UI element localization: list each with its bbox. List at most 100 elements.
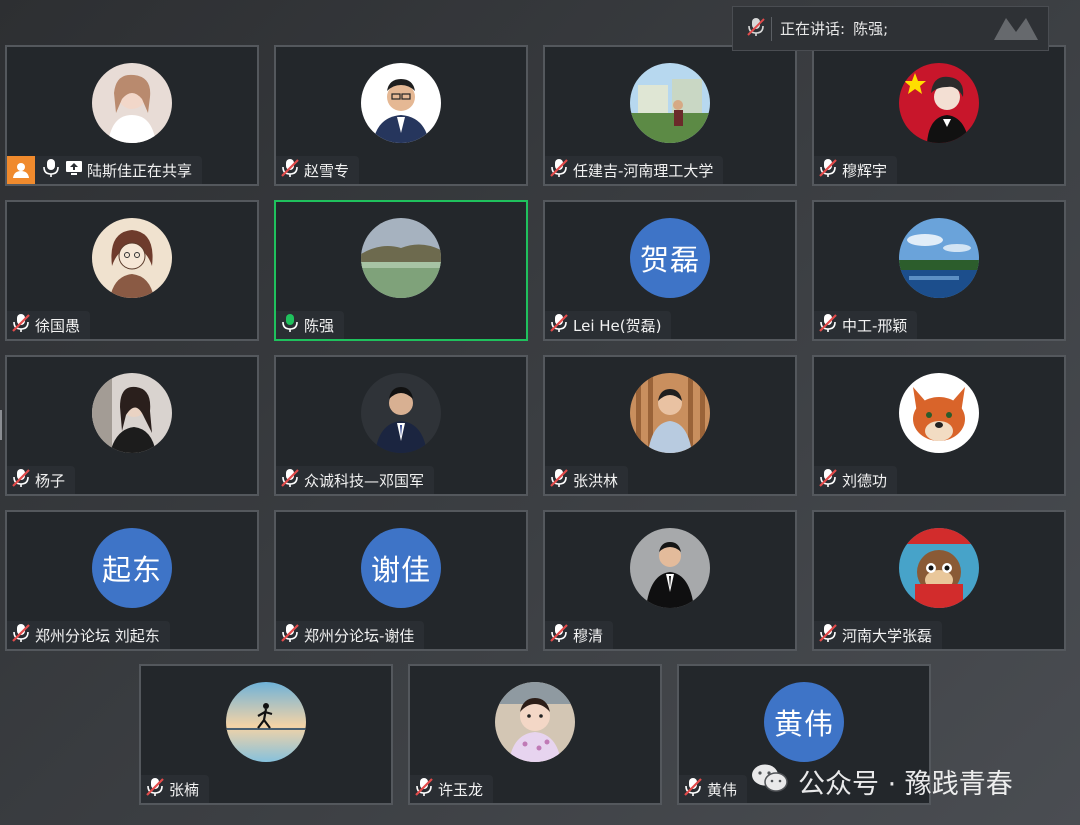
participant-name: 陈强 (304, 316, 335, 335)
participant-name: 穆辉宇 (842, 161, 888, 180)
wechat-icon (750, 762, 790, 801)
nameplate: 中工-邢颖 (814, 311, 918, 339)
nameplate: 郑州分论坛-谢佳 (276, 621, 425, 649)
host-user-icon (7, 156, 35, 184)
participant-name: 陆斯佳正在共享 (87, 161, 193, 180)
participant-tile[interactable]: 穆清 (543, 510, 797, 651)
participant-tile[interactable]: 刘德功 (812, 355, 1066, 496)
nameplate: 徐国愚 (7, 311, 91, 339)
avatar-initials: 起东 (92, 528, 172, 608)
nameplate: 赵雪专 (276, 156, 360, 184)
muted-mic-icon[interactable] (818, 622, 838, 648)
nameplate: 郑州分论坛 刘起东 (7, 621, 170, 649)
nameplate: 许玉龙 (410, 775, 494, 803)
participant-tile[interactable]: 陈强 (274, 200, 528, 341)
avatar (92, 373, 172, 453)
muted-mic-icon[interactable] (11, 312, 31, 338)
avatar (899, 528, 979, 608)
muted-mic-icon[interactable] (549, 157, 569, 183)
muted-mic-icon[interactable] (549, 622, 569, 648)
participant-name: Lei He(贺磊) (573, 316, 662, 335)
avatar (92, 63, 172, 143)
participant-name: 穆清 (573, 626, 604, 645)
participant-tile[interactable]: 众诚科技—邓国军 (274, 355, 528, 496)
participant-tile[interactable]: 中工-邢颖 (812, 200, 1066, 341)
participant-tile[interactable]: 许玉龙 (408, 664, 662, 805)
nameplate: 穆辉宇 (814, 156, 898, 184)
participant-tile[interactable]: 任建吉-河南理工大学 (543, 45, 797, 186)
participant-tile[interactable]: 陆斯佳正在共享 (5, 45, 259, 186)
participant-name: 徐国愚 (35, 316, 81, 335)
avatar (361, 218, 441, 298)
muted-mic-icon[interactable] (818, 467, 838, 493)
speaking-label: 正在讲话: (780, 20, 846, 38)
muted-mic-icon[interactable] (549, 467, 569, 493)
watermark-text: 公众号 · 豫践青春 (798, 769, 1013, 800)
avatar-initials: 谢佳 (361, 528, 441, 608)
participant-tile[interactable]: 赵雪专 (274, 45, 528, 186)
participant-tile[interactable]: 张楠 (139, 664, 393, 805)
nameplate: 张楠 (141, 775, 210, 803)
nameplate: Lei He(贺磊) (545, 311, 672, 339)
muted-mic-icon[interactable] (818, 312, 838, 338)
avatar (495, 682, 575, 762)
muted-mic-icon[interactable] (11, 467, 31, 493)
participant-tile[interactable]: 谢佳郑州分论坛-谢佳 (274, 510, 528, 651)
nameplate: 刘德功 (814, 466, 898, 494)
nameplate: 张洪林 (545, 466, 629, 494)
avatar (899, 373, 979, 453)
nameplate: 穆清 (545, 621, 614, 649)
avatar (630, 528, 710, 608)
participant-name: 河南大学张磊 (842, 626, 933, 645)
participant-tile[interactable]: 杨子 (5, 355, 259, 496)
avatar (92, 218, 172, 298)
scroll-handle[interactable] (0, 410, 2, 440)
participant-name: 郑州分论坛 刘起东 (35, 626, 160, 645)
muted-mic-icon[interactable] (414, 776, 434, 802)
participant-name: 郑州分论坛-谢佳 (304, 626, 415, 645)
mic-icon[interactable] (41, 157, 61, 183)
muted-mic-icon[interactable] (745, 16, 767, 42)
avatar (630, 63, 710, 143)
participant-name: 赵雪专 (304, 161, 350, 180)
mic-icon[interactable] (280, 312, 300, 338)
nameplate: 河南大学张磊 (814, 621, 943, 649)
muted-mic-icon[interactable] (145, 776, 165, 802)
participant-tile[interactable]: 张洪林 (543, 355, 797, 496)
nameplate: 陈强 (276, 311, 345, 339)
participant-tile[interactable]: 起东郑州分论坛 刘起东 (5, 510, 259, 651)
watermark: 公众号 · 豫践青春 (750, 762, 1013, 801)
participant-name: 张楠 (169, 780, 200, 799)
app-logo-icon (992, 10, 1040, 48)
participant-name: 张洪林 (573, 471, 619, 490)
participant-tile[interactable]: 穆辉宇 (812, 45, 1066, 186)
participant-name: 黄伟 (707, 780, 738, 799)
muted-mic-icon[interactable] (11, 622, 31, 648)
muted-mic-icon[interactable] (549, 312, 569, 338)
participant-tile[interactable]: 徐国愚 (5, 200, 259, 341)
participant-tile[interactable]: 贺磊 Lei He(贺磊) (543, 200, 797, 341)
participant-tile[interactable]: 河南大学张磊 (812, 510, 1066, 651)
muted-mic-icon[interactable] (280, 622, 300, 648)
muted-mic-icon[interactable] (683, 776, 703, 802)
avatar (899, 218, 979, 298)
participant-name: 中工-邢颖 (842, 316, 908, 335)
nameplate: 黄伟 (679, 775, 748, 803)
avatar (226, 682, 306, 762)
avatar (899, 63, 979, 143)
participant-name: 众诚科技—邓国军 (304, 471, 425, 490)
nameplate: 陆斯佳正在共享 (7, 156, 203, 184)
avatar (361, 63, 441, 143)
avatar-initials: 贺磊 (630, 218, 710, 298)
muted-mic-icon[interactable] (280, 467, 300, 493)
speaking-speaker: 陈强; (853, 20, 889, 38)
avatar (361, 373, 441, 453)
avatar (630, 373, 710, 453)
nameplate: 杨子 (7, 466, 76, 494)
avatar-initials: 黄伟 (764, 682, 844, 762)
muted-mic-icon[interactable] (280, 157, 300, 183)
participant-name: 杨子 (35, 471, 66, 490)
speaking-indicator: 正在讲话: 陈强; (732, 6, 1049, 51)
muted-mic-icon[interactable] (818, 157, 838, 183)
nameplate: 任建吉-河南理工大学 (545, 156, 724, 184)
